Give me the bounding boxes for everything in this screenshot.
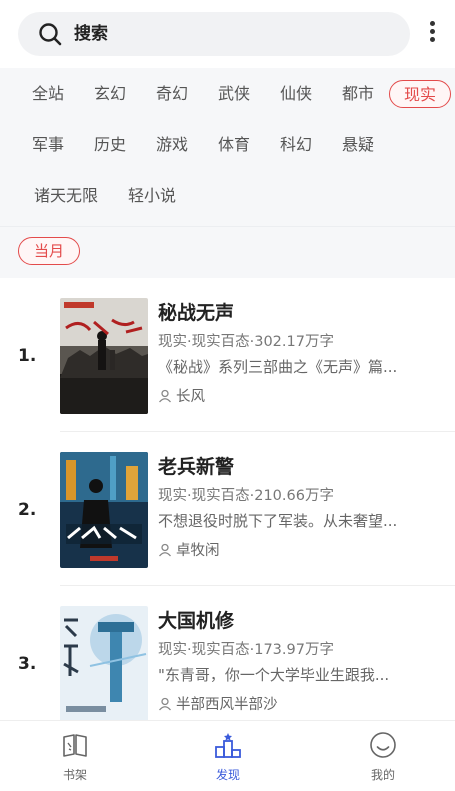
category-xianxia[interactable]: 仙侠 — [276, 80, 316, 108]
category-kehuan[interactable]: 科幻 — [276, 131, 316, 159]
discover-podium-icon — [215, 733, 241, 758]
filter-divider — [0, 226, 455, 227]
book-rank: 2. — [18, 500, 37, 520]
book-list-item[interactable]: 1. 秘战无声 现实·现实百态·302.17万字 《秘战》系列三部曲之《无声》篇… — [0, 280, 455, 432]
user-icon — [159, 543, 171, 557]
book-author-name: 长风 — [176, 389, 205, 405]
category-qingxiaoshuo[interactable]: 轻小说 — [124, 182, 180, 210]
user-icon — [159, 697, 171, 711]
category-wuxia[interactable]: 武侠 — [214, 80, 254, 108]
smiley-profile-icon — [370, 732, 396, 758]
tab-label: 书架 — [62, 768, 87, 782]
book-list-item[interactable]: 2. 老兵新警 现实·现实百态·210.66万字 不想退役时脱下了军装。从未奢望… — [0, 434, 455, 586]
tab-label: 我的 — [370, 768, 395, 782]
category-youxi[interactable]: 游戏 — [152, 131, 192, 159]
category-junshi[interactable]: 军事 — [28, 131, 68, 159]
book-author: 卓牧闲 — [158, 539, 220, 560]
tab-label: 发现 — [215, 768, 240, 782]
book-description: "东青哥，你一个大学毕业生跟我... — [158, 666, 390, 684]
category-xuanhuan[interactable]: 玄幻 — [90, 80, 130, 108]
book-title: 秘战无声 — [158, 302, 235, 324]
search-bar[interactable]: 搜索 — [18, 12, 410, 56]
item-divider — [60, 431, 455, 432]
user-icon — [159, 389, 171, 403]
category-xuanyi[interactable]: 悬疑 — [338, 131, 378, 159]
category-dushi[interactable]: 都市 — [338, 80, 378, 108]
tab-mine[interactable]: 我的 — [323, 721, 443, 791]
category-qihuan[interactable]: 奇幻 — [152, 80, 192, 108]
category-lishi[interactable]: 历史 — [90, 131, 130, 159]
category-tiyu[interactable]: 体育 — [214, 131, 254, 159]
search-label: 搜索 — [74, 24, 108, 44]
book-author-name: 卓牧闲 — [176, 543, 220, 559]
search-icon — [39, 23, 62, 46]
book-author-name: 半部西风半部沙 — [176, 697, 278, 713]
book-description: 《秘战》系列三部曲之《无声》篇... — [158, 358, 398, 376]
book-cover-image — [60, 606, 148, 722]
book-meta: 现实·现实百态·173.97万字 — [158, 642, 334, 658]
book-rank: 3. — [18, 654, 37, 674]
book-meta: 现实·现实百态·210.66万字 — [158, 488, 334, 504]
period-selected[interactable]: 当月 — [18, 237, 80, 265]
book-title: 大国机修 — [158, 610, 235, 632]
tab-discover[interactable]: 发现 — [168, 721, 288, 791]
category-xianshi-selected[interactable]: 现实 — [389, 80, 451, 108]
book-rank: 1. — [18, 346, 37, 366]
bottom-tab-bar: 书架 发现 我的 — [0, 720, 455, 791]
book-list-item[interactable]: 3. 大国机修 现实·现实百态·173.97万字 "东青哥，你一个大学毕业生跟我… — [0, 588, 455, 740]
category-zhutian[interactable]: 诸天无限 — [28, 182, 104, 210]
book-icon — [63, 734, 87, 757]
book-meta: 现实·现实百态·302.17万字 — [158, 334, 334, 350]
book-title: 老兵新警 — [158, 456, 235, 478]
book-author: 长风 — [158, 385, 205, 406]
more-menu-icon[interactable] — [421, 18, 443, 50]
book-description: 不想退役时脱下了军装。从未奢望... — [158, 512, 398, 530]
filter-panel: 全站 玄幻 奇幻 武侠 仙侠 都市 现实 军事 历史 游戏 体育 科幻 悬疑 诸… — [0, 68, 455, 278]
tab-bookshelf[interactable]: 书架 — [15, 721, 135, 791]
book-author: 半部西风半部沙 — [158, 693, 278, 714]
category-all[interactable]: 全站 — [28, 80, 68, 108]
book-cover-image — [60, 298, 148, 414]
book-cover-image — [60, 452, 148, 568]
item-divider — [60, 585, 455, 586]
top-bar: 搜索 — [0, 0, 455, 68]
